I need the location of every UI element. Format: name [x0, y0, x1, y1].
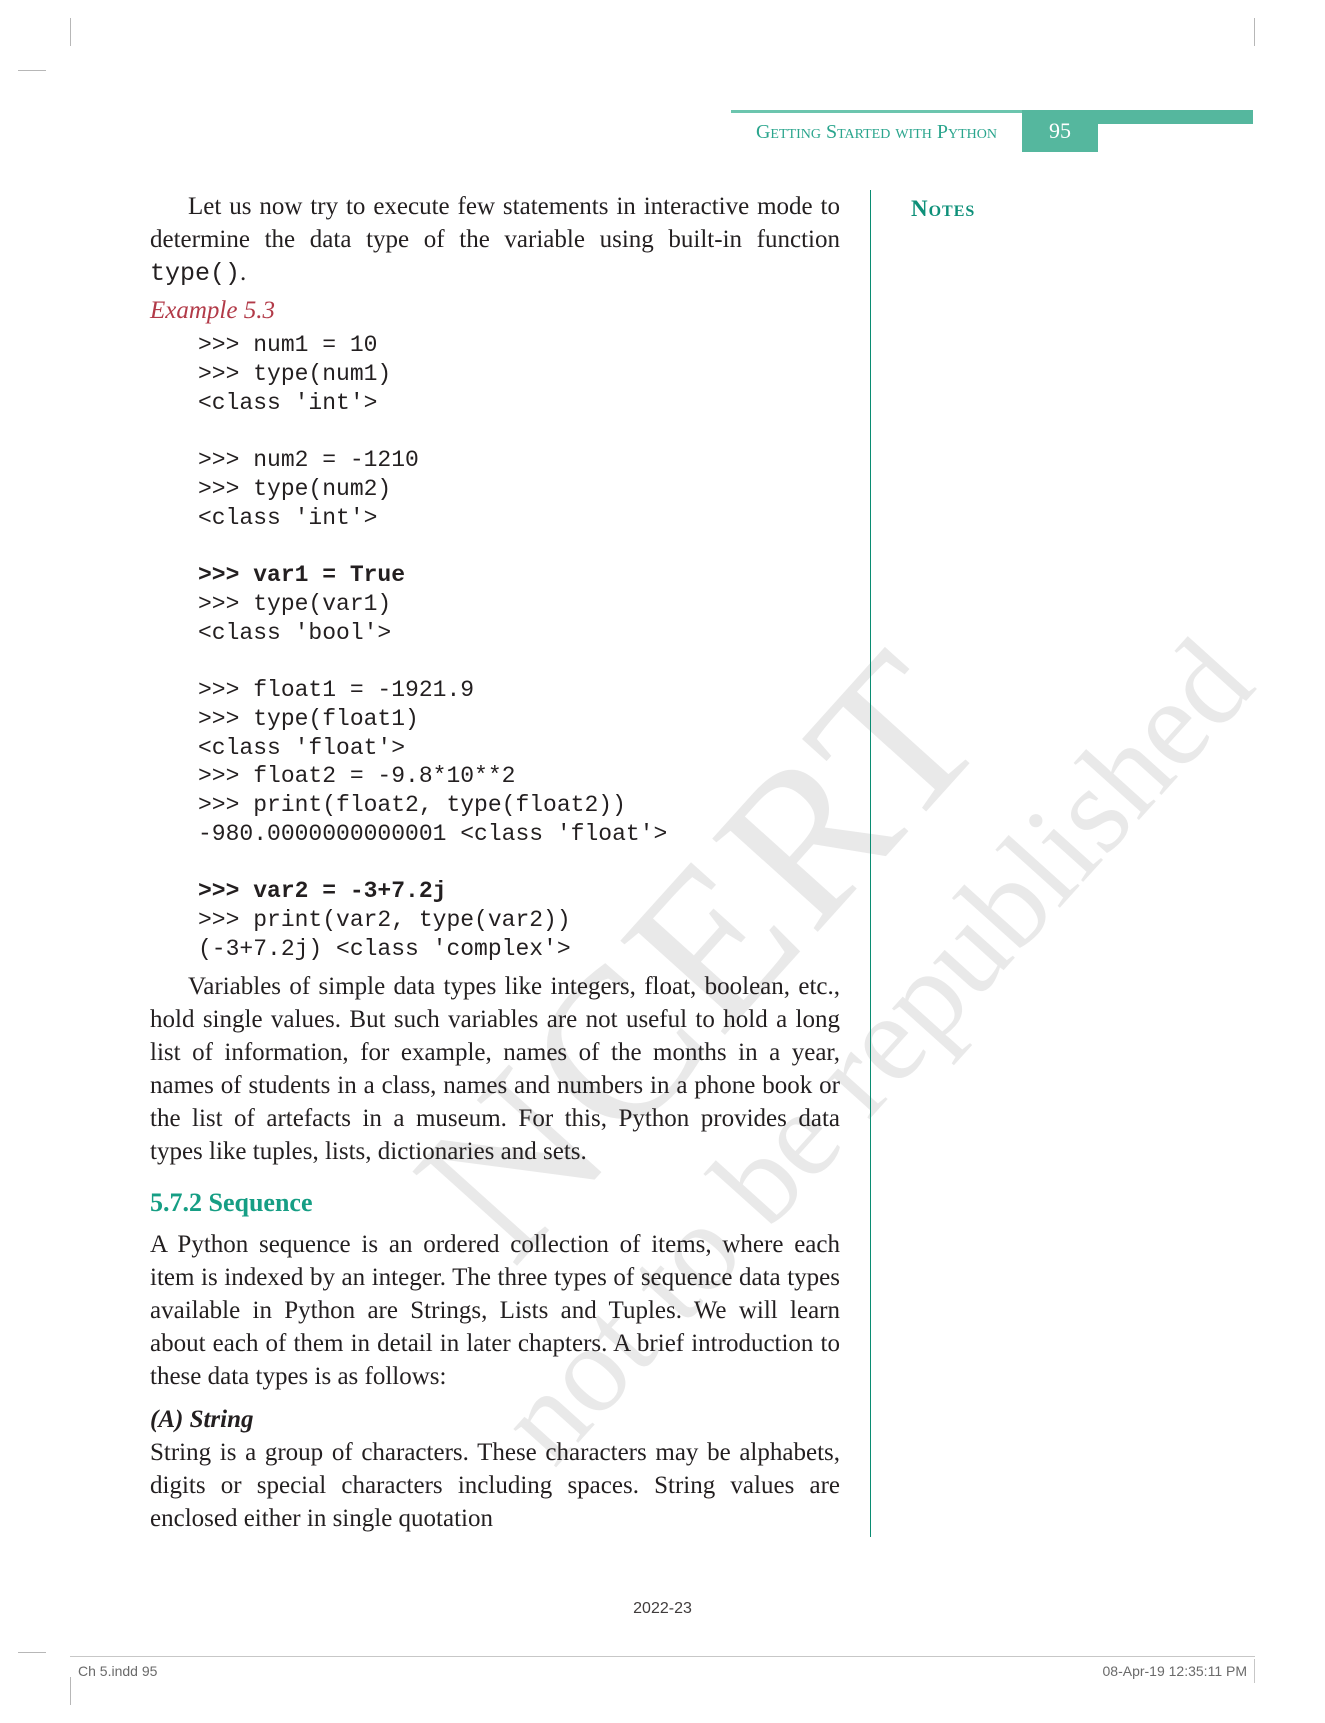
main-column: Let us now try to execute few statements…	[150, 190, 840, 1537]
intro-tail: .	[240, 259, 246, 286]
paragraph-simple-types: Variables of simple data types like inte…	[150, 970, 840, 1168]
code-line: >>> var2 = -3+7.2j	[198, 878, 446, 904]
page-content: Let us now try to execute few statements…	[150, 190, 1210, 1537]
code-line: <class 'float'>	[198, 735, 405, 761]
notes-heading: Notes	[911, 196, 1210, 222]
code-line: -980.0000000000001 <class 'float'>	[198, 821, 667, 847]
code-line: <class 'int'>	[198, 505, 377, 531]
footer-rule	[70, 1656, 1255, 1657]
code-line: >>> type(num2)	[198, 476, 391, 502]
page-sheet: Getting Started with Python 95 NCERT not…	[0, 0, 1325, 1723]
page-number: 95	[1022, 110, 1098, 152]
notes-column: Notes	[870, 190, 1210, 1537]
paragraph-string: String is a group of characters. These c…	[150, 1436, 840, 1535]
code-line: >>> type(float1)	[198, 706, 419, 732]
code-line: >>> var1 = True	[198, 562, 405, 588]
code-line: >>> type(var1)	[198, 591, 391, 617]
crop-mark	[70, 18, 71, 46]
code-line: (-3+7.2j) <class 'complex'>	[198, 936, 571, 962]
section-heading-sequence: 5.7.2 Sequence	[150, 1186, 840, 1220]
code-line: <class 'bool'>	[198, 620, 391, 646]
code-line: >>> num2 = -1210	[198, 447, 419, 473]
crop-mark	[70, 1677, 71, 1705]
chapter-title: Getting Started with Python	[731, 110, 1022, 152]
crop-mark	[18, 70, 46, 71]
footer-file-info: Ch 5.indd 95	[78, 1663, 157, 1679]
code-line: >>> print(var2, type(var2))	[198, 907, 571, 933]
footer-timestamp: 08-Apr-19 12:35:11 PM	[1103, 1663, 1248, 1679]
code-example: >>> num1 = 10 >>> type(num1) <class 'int…	[198, 331, 840, 964]
header-stripe	[1098, 110, 1253, 124]
code-line: >>> float1 = -1921.9	[198, 677, 474, 703]
code-line: >>> num1 = 10	[198, 332, 377, 358]
footer-tick	[1254, 1659, 1255, 1683]
subheading-string: (A) String	[150, 1403, 840, 1436]
intro-paragraph: Let us now try to execute few statements…	[150, 190, 840, 290]
code-line: >>> float2 = -9.8*10**2	[198, 763, 515, 789]
code-line: <class 'int'>	[198, 390, 377, 416]
paragraph-sequence: A Python sequence is an ordered collecti…	[150, 1228, 840, 1393]
code-line: >>> print(float2, type(float2))	[198, 792, 626, 818]
edition-year: 2022-23	[0, 1600, 1325, 1618]
crop-mark	[18, 1652, 46, 1653]
code-line: >>> type(num1)	[198, 361, 391, 387]
inline-code-type: type()	[150, 259, 240, 288]
page-header: Getting Started with Python 95	[731, 110, 1253, 152]
intro-text: Let us now try to execute few statements…	[150, 193, 840, 253]
crop-mark	[1254, 18, 1255, 46]
example-label: Example 5.3	[150, 294, 840, 327]
